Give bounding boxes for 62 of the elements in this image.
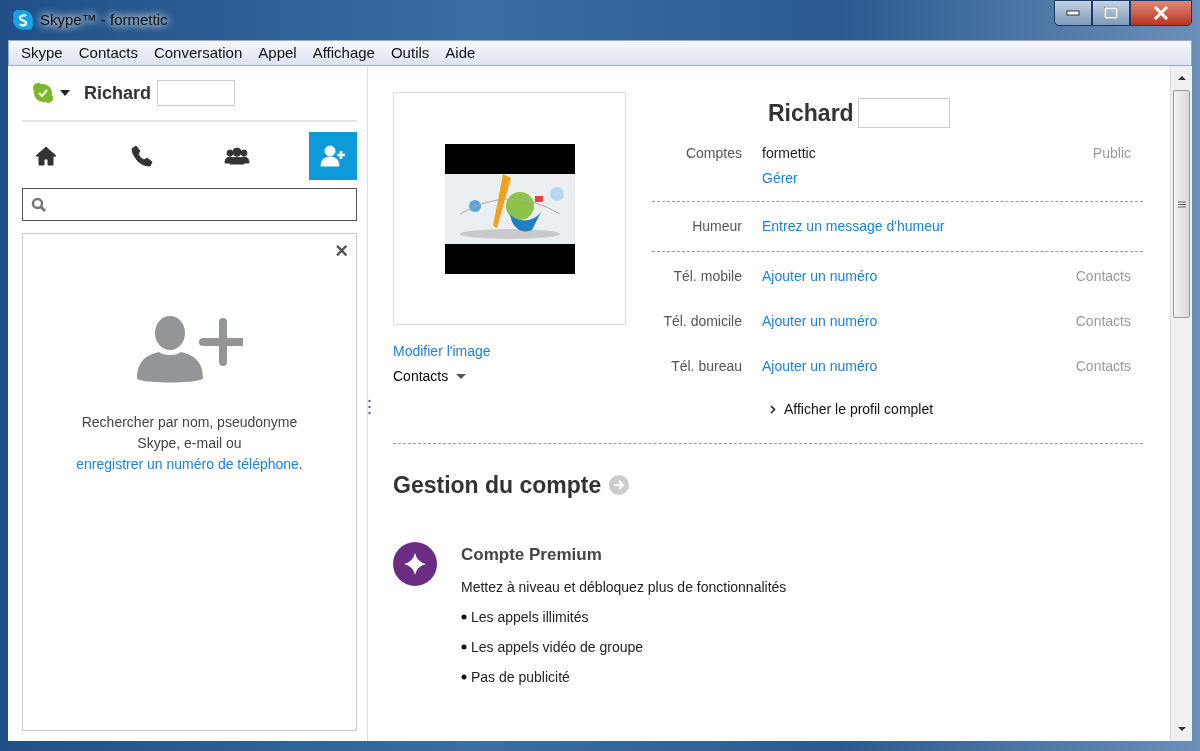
field-value: formettic bbox=[762, 144, 816, 161]
menu-item[interactable]: Outils bbox=[382, 41, 438, 65]
close-button[interactable] bbox=[1130, 0, 1192, 26]
field-link[interactable]: Ajouter un numéro bbox=[762, 267, 878, 284]
app-logo-icon bbox=[12, 9, 34, 31]
close-button[interactable]: × bbox=[335, 240, 348, 262]
menu-item[interactable]: Contacts bbox=[70, 41, 146, 65]
register-phone-link[interactable]: enregistrer un numéro de téléphone bbox=[76, 456, 299, 472]
full-profile-link[interactable]: Afficher le profil complet bbox=[784, 398, 934, 420]
group-icon bbox=[224, 144, 251, 168]
chevron-icon bbox=[770, 404, 776, 414]
window-title: Skype™ - formettic bbox=[40, 9, 168, 30]
manage-link[interactable]: Gérer bbox=[762, 167, 798, 189]
search-hint: Rechercher par nom, pseudonyme Skype, e-mail ou enregistrer un numéro de téléphone. bbox=[75, 413, 304, 474]
maximize-button[interactable] bbox=[1092, 0, 1130, 26]
field-label: Tél. bureau bbox=[670, 356, 742, 376]
caret-icon bbox=[456, 374, 467, 379]
menu-item[interactable]: Affichage bbox=[304, 41, 383, 65]
field-label: Humeur bbox=[691, 216, 742, 236]
field-label: Tél. domicile bbox=[662, 311, 742, 331]
visibility-label: Contacts bbox=[1075, 267, 1131, 284]
premium-icon bbox=[393, 542, 437, 586]
visibility-dropdown[interactable]: Contacts bbox=[393, 366, 467, 387]
menu-item[interactable]: Aide bbox=[437, 41, 484, 65]
feature-text: Pas de publicité bbox=[471, 667, 570, 687]
phone-icon bbox=[128, 144, 155, 168]
field-link[interactable]: Ajouter un numéro bbox=[762, 312, 878, 329]
search-icon bbox=[31, 196, 47, 213]
premium-title: Compte Premium bbox=[461, 544, 603, 566]
minimize-icon bbox=[1066, 10, 1080, 16]
field-label: Tél. mobile bbox=[672, 266, 742, 286]
splitter-handle[interactable] bbox=[368, 399, 371, 415]
bullet-icon bbox=[461, 644, 467, 650]
section-title: Gestion du compte bbox=[393, 470, 602, 500]
scroll-down-icon[interactable] bbox=[1176, 725, 1187, 733]
scroll-up-icon[interactable] bbox=[1176, 74, 1187, 82]
home-icon bbox=[33, 144, 59, 168]
visibility-label: Contacts bbox=[1075, 357, 1131, 374]
profile-name: Richard bbox=[768, 99, 854, 128]
change-image-link[interactable]: Modifier l'image bbox=[393, 343, 491, 359]
maximize-icon bbox=[1104, 7, 1118, 19]
menu-item[interactable]: Conversation bbox=[145, 41, 251, 65]
field-label: Comptes bbox=[684, 143, 742, 163]
visibility-label: Contacts bbox=[1075, 312, 1131, 329]
scrollbar[interactable] bbox=[1170, 66, 1192, 741]
menu-item[interactable]: Skype bbox=[13, 41, 71, 65]
close-icon bbox=[1153, 6, 1169, 20]
field-link[interactable]: Entrez un message d'humeur bbox=[762, 217, 945, 234]
field-link[interactable]: Ajouter un numéro bbox=[762, 357, 878, 374]
feature-text: Les appels vidéo de groupe bbox=[471, 637, 644, 657]
menu-item[interactable]: Appel bbox=[250, 41, 305, 65]
bullet-icon bbox=[461, 674, 467, 680]
bullet-icon bbox=[461, 614, 467, 620]
premium-description: Mettez à niveau et débloquez plus de fonctionnalités bbox=[461, 577, 787, 597]
scroll-thumb[interactable] bbox=[1173, 90, 1190, 318]
feature-text: Les appels illimités bbox=[471, 607, 589, 627]
search-field[interactable] bbox=[22, 188, 357, 221]
caret-icon[interactable] bbox=[60, 90, 70, 96]
user-name: Richard bbox=[84, 81, 152, 105]
add-contact-icon bbox=[319, 144, 346, 168]
minimize-button[interactable] bbox=[1054, 0, 1092, 26]
visibility-label: Public bbox=[1092, 144, 1131, 161]
